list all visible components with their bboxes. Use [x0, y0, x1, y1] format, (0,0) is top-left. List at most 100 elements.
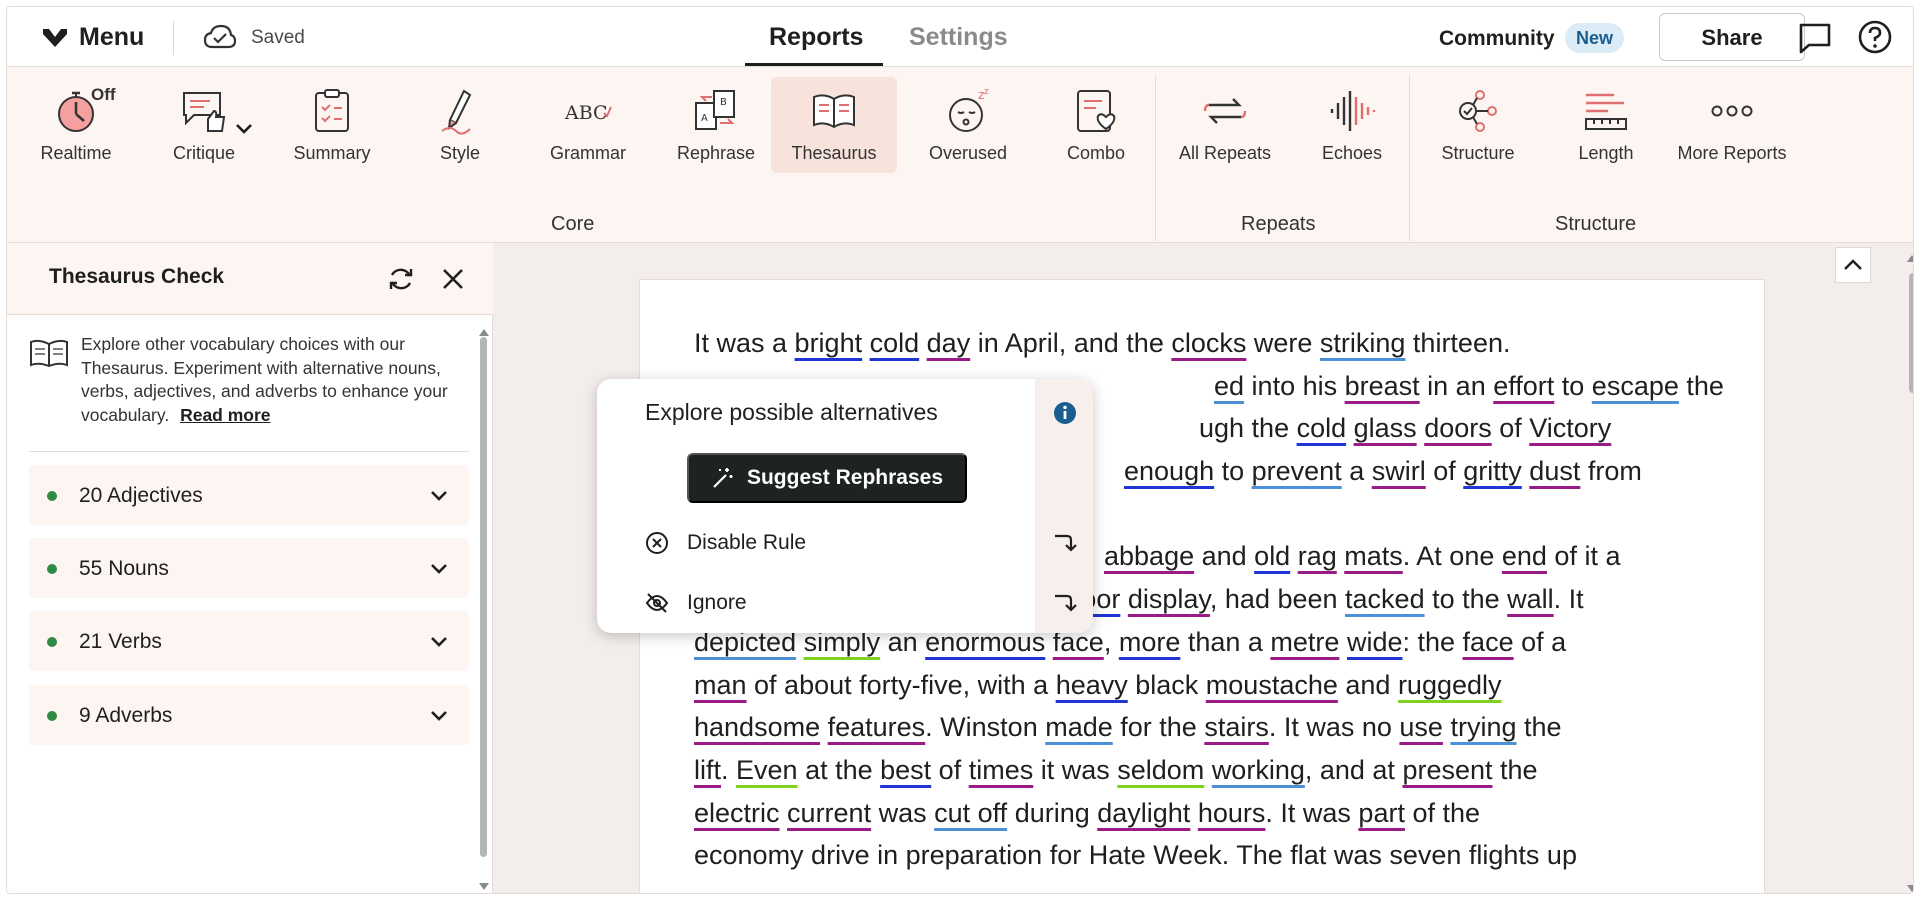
- flagged-word[interactable]: daylight: [1097, 798, 1190, 828]
- flagged-word[interactable]: mats: [1344, 541, 1403, 571]
- menu-button[interactable]: Menu: [41, 23, 144, 52]
- flagged-word[interactable]: striking: [1320, 328, 1406, 358]
- tab-reports[interactable]: Reports: [769, 23, 863, 52]
- flagged-word[interactable]: part: [1358, 798, 1405, 828]
- editor-scrollbar[interactable]: [1909, 273, 1913, 393]
- flagged-word[interactable]: enough: [1124, 456, 1214, 486]
- tab-settings[interactable]: Settings: [909, 23, 1008, 52]
- tool-length[interactable]: Length: [1547, 77, 1665, 173]
- tool-summary[interactable]: Summary: [273, 77, 391, 173]
- flagged-word[interactable]: ed: [1214, 371, 1244, 401]
- tool-echoes[interactable]: Echoes: [1293, 77, 1411, 173]
- category-verbs[interactable]: 21 Verbs: [29, 611, 469, 671]
- tool-style[interactable]: Style: [401, 77, 519, 173]
- flagged-word[interactable]: features: [828, 712, 926, 742]
- flagged-word[interactable]: moustache: [1206, 670, 1338, 700]
- flagged-word[interactable]: more: [1119, 627, 1181, 657]
- flagged-word[interactable]: stairs: [1204, 712, 1269, 742]
- flagged-word[interactable]: glass: [1354, 413, 1417, 443]
- tool-thesaurus[interactable]: Thesaurus: [771, 77, 897, 173]
- scroll-down-arrow[interactable]: [479, 883, 489, 890]
- flagged-word[interactable]: bright: [795, 328, 863, 358]
- length-icon: [1585, 93, 1627, 130]
- enter-arrow-icon[interactable]: [1051, 530, 1077, 556]
- tool-realtime[interactable]: Realtime: [17, 77, 135, 173]
- chevron-down-icon: [431, 564, 447, 574]
- flagged-word[interactable]: heavy: [1056, 670, 1128, 700]
- text-run: of a: [1513, 626, 1567, 657]
- tool-overused[interactable]: zz Overused: [909, 77, 1027, 173]
- refresh-icon[interactable]: [387, 265, 415, 293]
- tool-more-reports[interactable]: More Reports: [1667, 77, 1797, 173]
- flagged-word[interactable]: effort: [1493, 371, 1554, 401]
- disable-rule-option[interactable]: Disable Rule: [645, 523, 1025, 563]
- flagged-word[interactable]: hours: [1198, 798, 1266, 828]
- info-icon[interactable]: [1053, 401, 1077, 425]
- flagged-word[interactable]: current: [787, 798, 871, 828]
- collapse-ribbon-button[interactable]: [1835, 247, 1871, 283]
- scroll-down-arrow[interactable]: [1907, 885, 1913, 892]
- flagged-word[interactable]: display: [1128, 584, 1210, 614]
- share-button[interactable]: Share: [1659, 13, 1805, 61]
- flagged-word[interactable]: lift: [694, 755, 721, 785]
- flagged-word[interactable]: wide: [1347, 627, 1403, 657]
- tool-grammar[interactable]: ABC Grammar: [529, 77, 647, 173]
- chat-icon[interactable]: [1797, 21, 1833, 55]
- ignore-option[interactable]: Ignore: [645, 583, 1025, 623]
- suggest-rephrases-button[interactable]: Suggest Rephrases: [687, 453, 967, 503]
- flagged-word[interactable]: present: [1402, 755, 1492, 785]
- flagged-word[interactable]: seldom: [1117, 755, 1204, 785]
- enter-arrow-icon[interactable]: [1051, 590, 1077, 616]
- flagged-word[interactable]: abbage: [1104, 541, 1194, 571]
- tool-structure[interactable]: Structure: [1419, 77, 1537, 173]
- help-icon[interactable]: [1857, 19, 1893, 55]
- tool-rephrase[interactable]: AB Rephrase: [657, 77, 775, 173]
- flagged-word[interactable]: made: [1045, 712, 1113, 742]
- flagged-word[interactable]: swirl: [1372, 456, 1426, 486]
- community-link[interactable]: Community: [1439, 27, 1555, 51]
- flagged-word[interactable]: cut off: [934, 798, 1007, 828]
- flagged-word[interactable]: face: [1463, 627, 1514, 657]
- flagged-word[interactable]: man: [694, 670, 747, 700]
- flagged-word[interactable]: gritty: [1463, 456, 1522, 486]
- flagged-word[interactable]: metre: [1270, 627, 1339, 657]
- flagged-word[interactable]: handsome: [694, 712, 820, 742]
- scroll-up-arrow[interactable]: [1907, 255, 1913, 262]
- category-adverbs[interactable]: 9 Adverbs: [29, 685, 469, 745]
- flagged-word[interactable]: use: [1399, 712, 1443, 742]
- flagged-word[interactable]: breast: [1345, 371, 1420, 401]
- flagged-word[interactable]: wall: [1507, 584, 1554, 614]
- flagged-word[interactable]: doors: [1424, 413, 1492, 443]
- flagged-word[interactable]: trying: [1450, 712, 1516, 742]
- panel-scrollbar[interactable]: [480, 337, 487, 857]
- flagged-word[interactable]: rag: [1298, 541, 1337, 571]
- flagged-word[interactable]: end: [1502, 541, 1547, 571]
- flagged-word[interactable]: best: [880, 755, 931, 785]
- more-dots-icon: [1711, 105, 1753, 117]
- flagged-word[interactable]: tacked: [1345, 584, 1425, 614]
- chevron-down-icon[interactable]: [233, 117, 255, 139]
- flagged-word[interactable]: clocks: [1171, 328, 1246, 358]
- flagged-word[interactable]: day: [927, 328, 971, 358]
- flagged-word[interactable]: dust: [1529, 456, 1580, 486]
- text-run: . It was no: [1268, 712, 1400, 743]
- flagged-word[interactable]: ruggedly: [1398, 670, 1502, 700]
- flagged-word[interactable]: Even: [736, 755, 798, 785]
- flagged-word[interactable]: electric: [694, 798, 780, 828]
- flagged-word[interactable]: old: [1254, 541, 1290, 571]
- flagged-word[interactable]: Victory: [1529, 413, 1611, 443]
- flagged-word[interactable]: cold: [870, 328, 920, 358]
- read-more-link[interactable]: Read more: [180, 405, 270, 425]
- flagged-word[interactable]: times: [969, 755, 1034, 785]
- scroll-up-arrow[interactable]: [479, 329, 489, 336]
- flagged-word[interactable]: working: [1212, 755, 1305, 785]
- sound-wave-icon: [1330, 91, 1376, 131]
- flagged-word[interactable]: escape: [1592, 371, 1679, 401]
- category-nouns[interactable]: 55 Nouns: [29, 538, 469, 598]
- flagged-word[interactable]: cold: [1297, 413, 1347, 443]
- tool-all-repeats[interactable]: All Repeats: [1165, 77, 1285, 173]
- flagged-word[interactable]: prevent: [1252, 456, 1342, 486]
- close-icon[interactable]: [439, 265, 467, 293]
- category-adjectives[interactable]: 20 Adjectives: [29, 465, 469, 525]
- tool-combo[interactable]: Combo: [1037, 77, 1155, 173]
